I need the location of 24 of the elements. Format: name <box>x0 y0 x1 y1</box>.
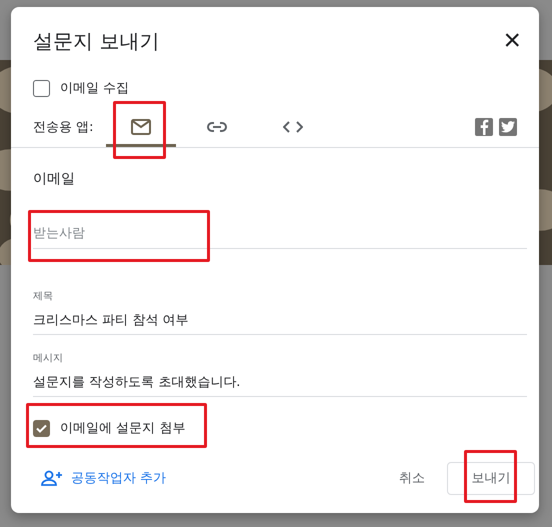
message-field[interactable]: 설문지를 작성하도록 초대했습니다. <box>33 374 527 396</box>
highlight-frame <box>464 450 517 503</box>
field-label: 제목 <box>33 290 54 303</box>
facebook-button[interactable] <box>475 118 493 136</box>
recipient-field[interactable]: 받는사람 <box>33 226 527 248</box>
send-button[interactable]: 보내기 <box>447 462 535 494</box>
close-button[interactable]: × <box>497 26 527 56</box>
field-label: 메시지 <box>33 352 64 365</box>
checkbox[interactable] <box>33 80 50 96</box>
checkbox[interactable] <box>33 420 50 436</box>
add-collaborators-link[interactable]: 공동작업자 추가 <box>41 469 166 487</box>
subject-field[interactable]: 크리스마스 파티 참석 여부 <box>33 312 527 334</box>
code-icon <box>282 120 303 132</box>
twitter-button[interactable] <box>499 118 517 136</box>
send-via-label: 전송용 앱: <box>33 119 94 136</box>
checkbox-label: 이메일 수집 <box>60 80 130 97</box>
link-icon <box>206 122 227 132</box>
dialog-title: 설문지 보내기 <box>33 28 160 54</box>
checkbox-label: 이메일에 설문지 첨부 <box>60 420 186 437</box>
mail-icon <box>130 118 151 134</box>
cancel-button[interactable]: 취소 <box>385 461 439 495</box>
person-add-icon <box>41 470 63 486</box>
section-title: 이메일 <box>32 170 76 188</box>
highlight-frame <box>113 101 166 159</box>
